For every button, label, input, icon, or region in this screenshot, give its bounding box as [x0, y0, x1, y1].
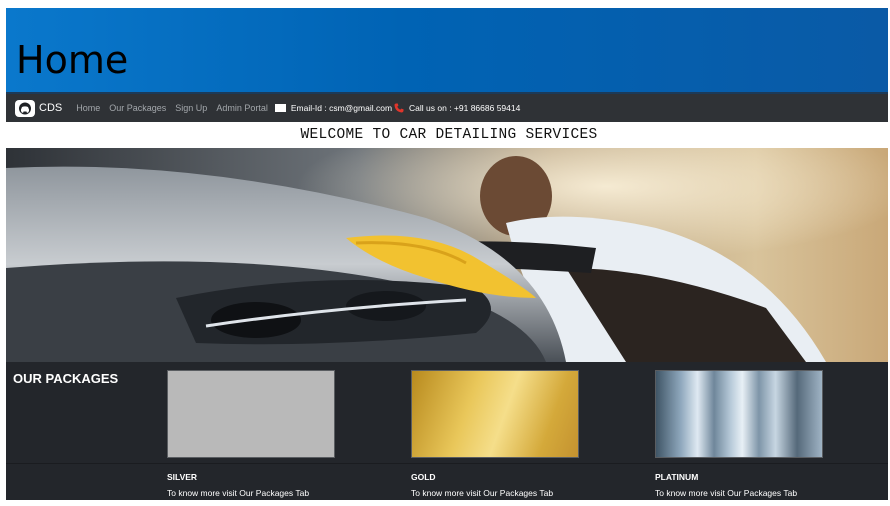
gold-swatch[interactable] [411, 370, 579, 458]
hero-image [6, 148, 888, 362]
packages-heading: OUR PACKAGES [13, 371, 119, 386]
nav-admin-portal[interactable]: Admin Portal [216, 103, 268, 113]
packages-section: OUR PACKAGES SILVER To know more visit O… [6, 362, 888, 500]
email-text: Email-Id : csm@gmail.com [290, 103, 393, 113]
mail-icon [274, 104, 286, 112]
page-title: Home [16, 38, 129, 82]
package-name: GOLD [411, 472, 436, 482]
package-card-gold[interactable]: GOLD To know more visit Our Packages Tab [411, 370, 579, 498]
welcome-bar: WELCOME TO CAR DETAILING SERVICES [6, 122, 888, 148]
brand[interactable]: CDS [15, 99, 63, 117]
package-card-silver[interactable]: SILVER To know more visit Our Packages T… [167, 370, 335, 498]
silver-swatch[interactable] [167, 370, 335, 458]
package-card-platinum[interactable]: PLATINUM To know more visit Our Packages… [655, 370, 823, 498]
brand-name: CDS [39, 102, 63, 114]
platinum-swatch[interactable] [655, 370, 823, 458]
nav-our-packages[interactable]: Our Packages [109, 103, 166, 113]
divider [6, 463, 888, 464]
hero-illustration [6, 148, 888, 362]
title-banner: Home [6, 8, 888, 92]
nav-home[interactable]: Home [76, 103, 100, 113]
welcome-heading: WELCOME TO CAR DETAILING SERVICES [300, 127, 598, 143]
page-frame: Home CDS Home Our Packages Sign Up Admin… [6, 8, 888, 500]
nav-sign-up[interactable]: Sign Up [175, 103, 207, 113]
package-name: SILVER [167, 472, 198, 482]
navbar: CDS Home Our Packages Sign Up Admin Port… [6, 92, 888, 122]
phone-text: Call us on : +91 86686 59414 [409, 103, 521, 113]
phone-icon [394, 103, 404, 113]
package-name: PLATINUM [655, 472, 699, 482]
package-note: To know more visit Our Packages Tab [655, 488, 798, 498]
car-logo-icon [15, 99, 35, 117]
package-note: To know more visit Our Packages Tab [167, 488, 310, 498]
package-note: To know more visit Our Packages Tab [411, 488, 554, 498]
contact-info: Email-Id : csm@gmail.com Call us on : +9… [274, 103, 521, 113]
